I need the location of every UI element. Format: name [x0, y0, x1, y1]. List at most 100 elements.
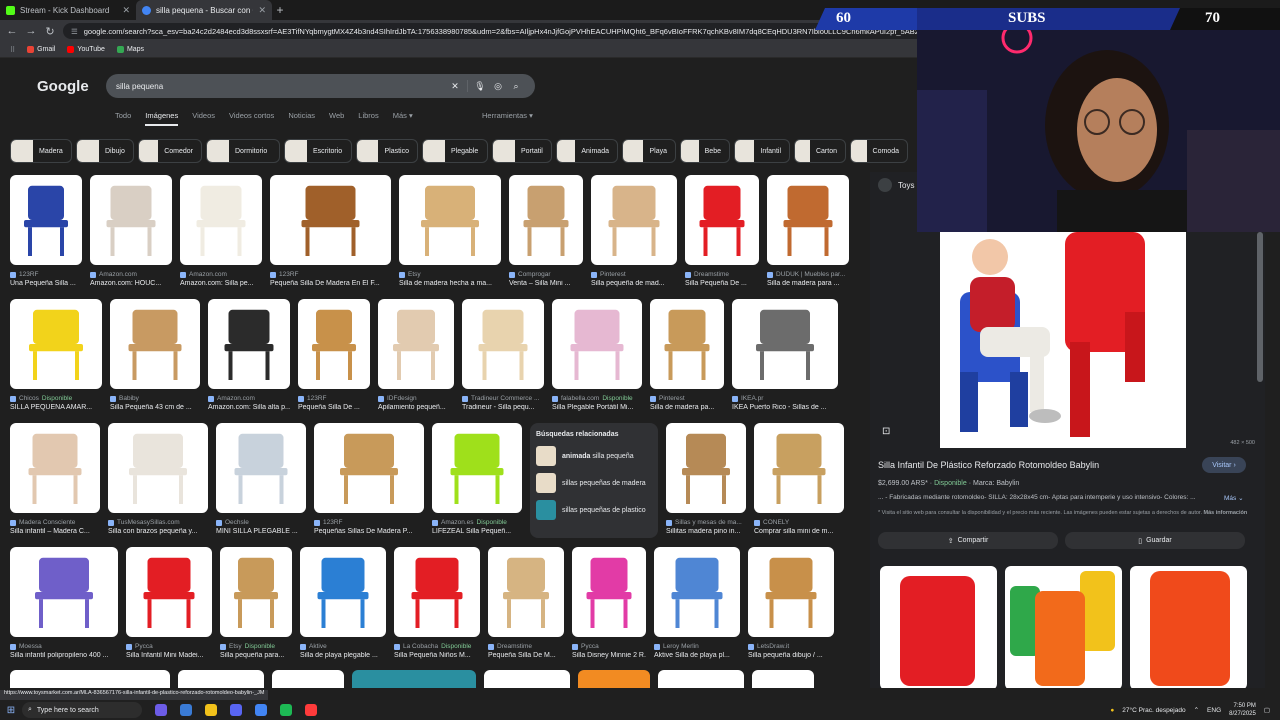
related-item[interactable]: sillas pequeñas de madera: [536, 473, 652, 493]
language-indicator[interactable]: ENG: [1207, 707, 1221, 714]
image-result[interactable]: falabella.com Disponible Silla Plegable Po…: [552, 299, 642, 411]
image-caption[interactable]: LIFEZEAL Silla Pequeñ...: [432, 528, 522, 535]
save-button[interactable]: ▯ Guardar: [1065, 532, 1245, 549]
lens-icon[interactable]: ⊡: [882, 426, 890, 437]
search-icon[interactable]: ⌕: [507, 81, 525, 92]
similar-image[interactable]: [1005, 566, 1122, 688]
image-source[interactable]: Sillas y mesas de ma...: [666, 519, 746, 526]
image-thumbnail[interactable]: [552, 299, 642, 389]
image-result[interactable]: IDFdesign Apilamiento pequeñ...: [378, 299, 454, 411]
image-source[interactable]: 123RF: [270, 271, 391, 278]
image-result[interactable]: 123RF Pequeña Silla De ...: [298, 299, 370, 411]
weather-icon[interactable]: ●: [1110, 707, 1114, 714]
image-source[interactable]: Amazon.com: [208, 395, 290, 402]
image-result[interactable]: 123RF Pequeña Silla De Madera En El F...: [270, 175, 391, 287]
image-result[interactable]: Pycca Silla Infantil Mini Madei...: [126, 547, 212, 659]
image-thumbnail[interactable]: [220, 547, 292, 637]
tab-books[interactable]: Libros: [358, 111, 378, 126]
image-source[interactable]: Amazon.com: [180, 271, 262, 278]
image-thumbnail[interactable]: [578, 670, 650, 688]
image-thumbnail[interactable]: [399, 175, 501, 265]
obs-icon[interactable]: [305, 704, 317, 716]
image-thumbnail[interactable]: [10, 670, 170, 688]
more-info-link[interactable]: Más información: [1204, 510, 1248, 516]
image-thumbnail[interactable]: [754, 423, 844, 513]
image-thumbnail[interactable]: [591, 175, 677, 265]
image-thumbnail[interactable]: [216, 423, 306, 513]
image-source[interactable]: 123RF: [314, 519, 424, 526]
image-result[interactable]: TusMesasySillas.com Silla con brazos pequ…: [108, 423, 208, 538]
forward-icon[interactable]: →: [25, 25, 37, 37]
filter-chip[interactable]: Madera: [10, 139, 72, 163]
back-icon[interactable]: ←: [6, 25, 18, 37]
image-thumbnail[interactable]: [767, 175, 849, 265]
image-result[interactable]: Moessa Silla infantil polipropileno 400 .…: [10, 547, 118, 659]
image-result[interactable]: DUDUK | Muebles par... Silla de madera pa…: [767, 175, 849, 287]
filter-chip[interactable]: Plegable: [422, 139, 488, 163]
discord-icon[interactable]: [230, 704, 242, 716]
image-source[interactable]: 123RF: [298, 395, 370, 402]
image-thumbnail[interactable]: [666, 423, 746, 513]
image-thumbnail[interactable]: [90, 175, 172, 265]
image-caption[interactable]: Amazon.com: HOUC...: [90, 280, 172, 287]
image-caption[interactable]: Una Pequeña Silla ...: [10, 280, 82, 287]
image-source[interactable]: IDFdesign: [378, 395, 454, 402]
more-link[interactable]: Más ⌄: [1224, 494, 1244, 502]
image-source[interactable]: Moessa: [10, 643, 118, 650]
search-box[interactable]: silla pequena ✕ 🎙 ◎ ⌕: [106, 74, 535, 98]
image-source[interactable]: 123RF: [10, 271, 82, 278]
image-thumbnail[interactable]: [126, 547, 212, 637]
chrome-icon[interactable]: [255, 704, 267, 716]
image-thumbnail[interactable]: [432, 423, 522, 513]
image-caption[interactable]: Silla Infantil Mini Madei...: [126, 652, 212, 659]
image-result[interactable]: Aktive Silla de playa plegable ...: [300, 547, 386, 659]
image-thumbnail[interactable]: [650, 299, 724, 389]
image-caption[interactable]: Sillitas madera pino in...: [666, 528, 746, 535]
image-caption[interactable]: Silla de madera hecha a ma...: [399, 280, 501, 287]
image-thumbnail[interactable]: [10, 175, 82, 265]
image-source[interactable]: Etsy Disponible: [220, 643, 292, 650]
image-caption[interactable]: Silla infantil – Madera C...: [10, 528, 100, 535]
image-source[interactable]: La Cobacha Disponible: [394, 643, 480, 650]
image-thumbnail[interactable]: [352, 670, 476, 688]
image-result[interactable]: Pycca Silla Disney Minnie 2 R...: [572, 547, 646, 659]
filter-chip[interactable]: Escritorio: [284, 139, 352, 163]
image-thumbnail[interactable]: [208, 299, 290, 389]
reload-icon[interactable]: ↻: [44, 25, 56, 38]
related-item[interactable]: animada silla pequeña: [536, 446, 652, 466]
related-item[interactable]: sillas pequeñas de plastico: [536, 500, 652, 520]
image-caption[interactable]: Silla de madera para ...: [767, 280, 849, 287]
tab-videos[interactable]: Videos: [192, 111, 215, 126]
image-thumbnail[interactable]: [732, 299, 838, 389]
image-source[interactable]: Oechsle: [216, 519, 306, 526]
image-caption[interactable]: IKEA Puerto Rico - Sillas de ...: [732, 404, 838, 411]
image-thumbnail[interactable]: [394, 547, 480, 637]
image-caption[interactable]: Pequeña Silla De M...: [488, 652, 564, 659]
image-source[interactable]: Pinterest: [650, 395, 724, 402]
image-thumbnail[interactable]: [178, 670, 264, 688]
filter-chip[interactable]: Animada: [556, 139, 618, 163]
bookmark-youtube[interactable]: YouTube: [67, 46, 105, 53]
image-result[interactable]: Amazon.com Amazon.com: HOUC...: [90, 175, 172, 287]
image-source[interactable]: Aktive: [300, 643, 386, 650]
image-thumbnail[interactable]: [658, 670, 744, 688]
tray-overflow-icon[interactable]: ⌃: [1194, 706, 1199, 714]
image-caption[interactable]: Silla Pequeña 43 cm de ...: [110, 404, 200, 411]
panel-scrollbar[interactable]: [1257, 232, 1263, 382]
image-caption[interactable]: SILLA PEQUEÑA AMAR...: [10, 404, 102, 411]
weather-text[interactable]: 27°C Prac. despejado: [1122, 707, 1185, 714]
image-caption[interactable]: Silla con brazos pequeña y...: [108, 528, 208, 535]
image-result[interactable]: Amazon.com Amazon.com: Silla pe...: [180, 175, 262, 287]
image-caption[interactable]: Pequeña Silla De Madera En El F...: [270, 280, 391, 287]
image-source[interactable]: LetsDraw.it: [748, 643, 834, 650]
image-thumbnail[interactable]: [10, 299, 102, 389]
image-source[interactable]: TusMesasySillas.com: [108, 519, 208, 526]
image-result[interactable]: LetsDraw.it Silla pequeña dibujo / ...: [748, 547, 834, 659]
filter-chip[interactable]: Comoda: [850, 139, 908, 163]
image-result[interactable]: Pinterest Silla de madera pa...: [650, 299, 724, 411]
image-caption[interactable]: Silla pequeña dibujo / ...: [748, 652, 834, 659]
image-source[interactable]: Chicos Disponible: [10, 395, 102, 402]
image-result[interactable]: La Cobacha Disponible Silla Pequeña Niños …: [394, 547, 480, 659]
tab-kick[interactable]: Stream - Kick Dashboard ✕: [0, 0, 136, 20]
image-result[interactable]: 123RF Pequeñas Sillas De Madera P...: [314, 423, 424, 538]
